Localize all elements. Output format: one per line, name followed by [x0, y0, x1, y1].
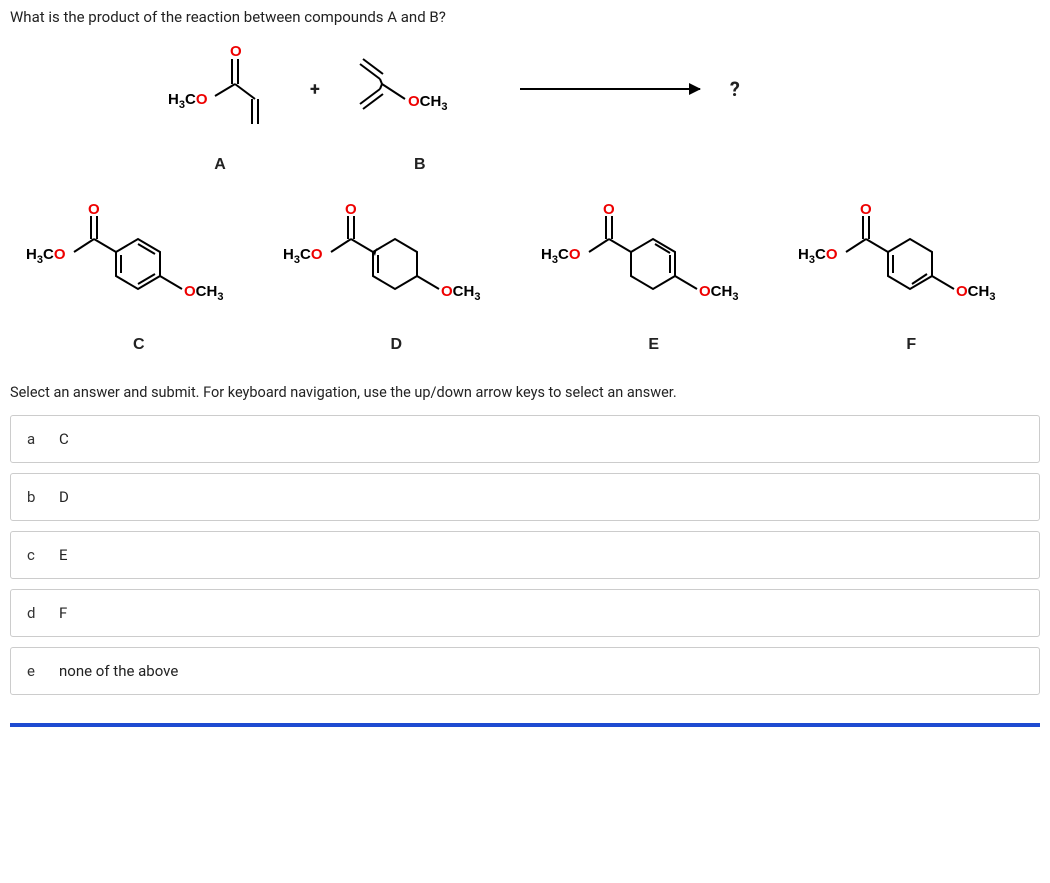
svg-text:O: O — [860, 204, 872, 218]
answer-c[interactable]: c E — [10, 531, 1040, 579]
option-d-label: D — [273, 336, 521, 354]
h3co-label: H3CO — [168, 91, 208, 111]
svg-text:H3CO: H3CO — [283, 246, 323, 266]
product-options: H3CO O OCH3 C H3CO O — [15, 204, 1035, 354]
svg-text:OCH3: OCH3 — [184, 283, 223, 303]
answer-key: d — [27, 604, 41, 622]
svg-text:H3CO: H3CO — [541, 246, 581, 266]
compound-b-label: B — [350, 156, 490, 174]
answer-key: a — [27, 430, 41, 448]
svg-text:O: O — [88, 204, 100, 218]
answer-key: b — [27, 488, 41, 506]
och3-label: OCH3 — [408, 93, 447, 113]
option-d-structure: H3CO O OCH3 D — [273, 204, 521, 354]
svg-text:O: O — [603, 204, 615, 218]
option-e-structure: H3CO O OCH3 E — [530, 204, 778, 354]
reaction-scheme: H3CO O A + — [160, 44, 1040, 174]
option-c-label: C — [15, 336, 263, 354]
svg-text:O: O — [345, 204, 357, 218]
answer-text: none of the above — [59, 662, 178, 680]
answer-text: E — [59, 546, 68, 564]
answer-d[interactable]: d F — [10, 589, 1040, 637]
answer-a[interactable]: a C — [10, 415, 1040, 463]
compound-a-label: A — [160, 156, 280, 174]
option-c-structure: H3CO O OCH3 C — [15, 204, 263, 354]
answer-key: c — [27, 546, 41, 564]
answer-list: a C b D c E d F e none of the above — [10, 415, 1040, 695]
answer-e[interactable]: e none of the above — [10, 647, 1040, 695]
svg-text:OCH3: OCH3 — [699, 283, 738, 303]
plus-sign: + — [310, 79, 320, 100]
answer-text: F — [59, 604, 67, 622]
option-f-label: F — [788, 336, 1036, 354]
option-f-structure: H3CO O OCH3 F — [788, 204, 1036, 354]
question-text: What is the product of the reaction betw… — [10, 8, 1040, 26]
svg-text:H3CO: H3CO — [798, 246, 838, 266]
answer-text: D — [59, 488, 69, 506]
reaction-arrow — [520, 88, 700, 90]
instructions-text: Select an answer and submit. For keyboar… — [10, 384, 1040, 401]
carbonyl-o: O — [230, 44, 242, 60]
svg-text:H3CO: H3CO — [26, 246, 66, 266]
svg-text:OCH3: OCH3 — [956, 283, 995, 303]
product-placeholder: ? — [730, 77, 740, 101]
compound-a: H3CO O A — [160, 44, 280, 174]
bottom-accent-bar — [10, 723, 1040, 727]
option-e-label: E — [530, 336, 778, 354]
svg-text:OCH3: OCH3 — [441, 283, 480, 303]
answer-text: C — [59, 430, 69, 448]
answer-b[interactable]: b D — [10, 473, 1040, 521]
compound-b: OCH3 B — [350, 44, 490, 174]
answer-key: e — [27, 662, 41, 680]
